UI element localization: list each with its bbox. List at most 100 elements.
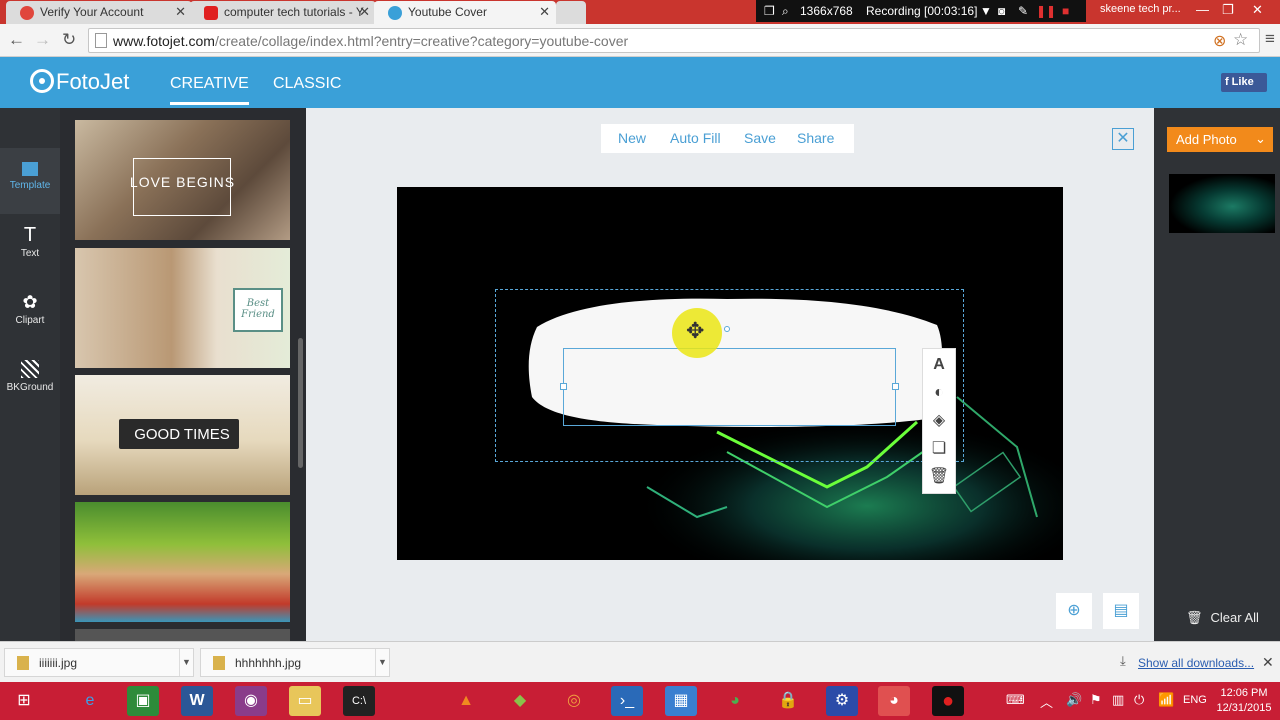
- element-toolbar: A ◐ ◈ ❏ 🗑: [922, 348, 956, 494]
- chrome-active-icon[interactable]: ◕: [878, 686, 910, 716]
- camera-app-icon[interactable]: ◉: [235, 686, 267, 716]
- contrast-icon[interactable]: ◐: [923, 379, 955, 407]
- volume-icon[interactable]: 🔊: [1066, 692, 1082, 708]
- word-icon[interactable]: W: [181, 686, 213, 716]
- powershell-icon[interactable]: ›_: [611, 686, 643, 716]
- font-a-icon[interactable]: A: [923, 351, 955, 379]
- template-birthday[interactable]: [75, 502, 290, 622]
- tab-classic[interactable]: CLASSIC: [273, 75, 341, 93]
- template-icon: [22, 162, 38, 176]
- resize-handle[interactable]: [560, 383, 567, 390]
- save-button[interactable]: Save: [744, 130, 776, 146]
- settings-gear-icon[interactable]: ⚙: [826, 686, 858, 716]
- record-icon[interactable]: ●: [932, 686, 964, 716]
- address-bar[interactable]: www.fotojet.com/create/collage/index.htm…: [88, 28, 1260, 53]
- template-love-begins[interactable]: LOVE BEGINS: [75, 120, 290, 240]
- back-arrow-icon[interactable]: ←: [8, 30, 25, 50]
- template-panel: LOVE BEGINS Best Friend GOOD TIMES: [60, 108, 306, 641]
- windows-start-icon[interactable]: ⊞: [8, 686, 40, 716]
- app-icon[interactable]: ▦: [665, 686, 697, 716]
- browser-tab-youtube-cover[interactable]: Youtube Cover ✕: [374, 1, 556, 24]
- vlc-icon[interactable]: ▲: [450, 686, 482, 716]
- up-arrow-icon[interactable]: ︿: [1040, 692, 1053, 711]
- background-pattern-icon: [21, 360, 39, 378]
- trash-icon[interactable]: 🗑: [923, 463, 955, 491]
- facebook-like-button[interactable]: f Like: [1221, 73, 1267, 92]
- browser-tab-verify[interactable]: Verify Your Account ✕: [6, 1, 192, 24]
- share-button[interactable]: Share: [797, 130, 834, 146]
- show-all-downloads-link[interactable]: Show all downloads...: [1138, 656, 1254, 670]
- chrome-icon[interactable]: ◕: [719, 686, 751, 716]
- forward-arrow-icon[interactable]: →: [34, 30, 51, 50]
- chevron-down-icon[interactable]: ▼: [375, 649, 389, 676]
- tab-creative[interactable]: CREATIVE: [170, 75, 249, 105]
- close-icon[interactable]: ✕: [1262, 654, 1274, 671]
- text-box[interactable]: [560, 326, 899, 426]
- add-photo-button[interactable]: Add Photo ⌄: [1167, 127, 1273, 152]
- command-prompt-icon[interactable]: C:\: [343, 686, 375, 716]
- close-window-icon[interactable]: ✕: [1252, 2, 1263, 18]
- download-item[interactable]: iiiiiii.jpg ▼: [4, 648, 194, 677]
- template-caption: LOVE BEGINS: [129, 174, 236, 190]
- bookmark-star-icon[interactable]: ☆: [1233, 30, 1248, 50]
- clear-all-button[interactable]: 🗑 Clear All: [1186, 610, 1259, 626]
- url-path: /create/collage/index.html?entry=creativ…: [214, 33, 629, 49]
- dropdown-icon[interactable]: ▼: [980, 4, 992, 18]
- browser-tab-tutorials[interactable]: computer tech tutorials - Y ✕: [190, 1, 376, 24]
- chrome-user-chip[interactable]: skeene tech pr...: [1096, 0, 1186, 20]
- chevron-down-icon[interactable]: ⌄: [1255, 131, 1266, 147]
- layers-icon[interactable]: ◈: [923, 407, 955, 435]
- network-icon[interactable]: ▥: [1112, 692, 1124, 708]
- rail-item-clipart[interactable]: ✿ Clipart: [0, 281, 60, 347]
- extension-icon[interactable]: ⊗: [1213, 31, 1226, 51]
- template-good-times[interactable]: GOOD TIMES: [75, 375, 290, 495]
- reload-icon[interactable]: ↻: [62, 30, 76, 50]
- minimize-icon[interactable]: —: [1196, 2, 1209, 17]
- pause-icon[interactable]: ❚❚: [1036, 4, 1056, 18]
- tool-rail: Template T Text ✿ Clipart BKGround: [0, 108, 60, 641]
- template-caption: Best Friend: [241, 298, 275, 320]
- rotate-handle[interactable]: [724, 326, 730, 332]
- rail-item-text[interactable]: T Text: [0, 214, 60, 280]
- chrome-menu-icon[interactable]: ≡: [1265, 29, 1275, 49]
- auto-fill-button[interactable]: Auto Fill: [670, 130, 721, 146]
- new-button[interactable]: New: [618, 130, 646, 146]
- restore-icon[interactable]: ❐: [1222, 2, 1234, 18]
- file-explorer-icon[interactable]: ▭: [289, 686, 321, 716]
- template-next[interactable]: [75, 629, 290, 641]
- feedback-chat-icon[interactable]: ▤: [1103, 593, 1139, 629]
- panel-scrollbar[interactable]: [298, 338, 303, 468]
- flag-icon[interactable]: ⚑: [1090, 692, 1102, 708]
- close-icon[interactable]: ✕: [175, 4, 186, 20]
- close-button[interactable]: ✕: [1112, 128, 1134, 150]
- store-icon[interactable]: ▣: [127, 686, 159, 716]
- rail-item-template[interactable]: Template: [0, 148, 60, 214]
- wifi-icon[interactable]: 📶: [1158, 692, 1174, 708]
- language-indicator[interactable]: ENG: [1183, 694, 1207, 706]
- duplicate-icon[interactable]: ❏: [923, 435, 955, 463]
- lock-app-icon[interactable]: 🔒: [772, 686, 804, 716]
- stop-icon[interactable]: ■: [1062, 4, 1069, 18]
- search-icon[interactable]: ⌕: [782, 4, 789, 19]
- fotojet-logo[interactable]: FotoJet: [30, 69, 129, 95]
- keyboard-icon[interactable]: ⌨: [1006, 692, 1025, 708]
- new-tab-button[interactable]: [556, 1, 586, 24]
- chevron-down-icon[interactable]: ▼: [179, 649, 193, 676]
- internet-explorer-icon[interactable]: e: [74, 686, 106, 716]
- power-icon[interactable]: ⏻: [1134, 692, 1144, 708]
- close-icon[interactable]: ✕: [359, 4, 370, 20]
- template-best-friend[interactable]: Best Friend: [75, 248, 290, 368]
- blender-icon[interactable]: ◎: [558, 686, 590, 716]
- pen-icon[interactable]: ✎: [1018, 4, 1028, 18]
- bluestacks-icon[interactable]: ◆: [504, 686, 536, 716]
- window-icon[interactable]: ❐: [764, 4, 775, 18]
- rail-item-bkground[interactable]: BKGround: [0, 348, 60, 414]
- uploaded-photo-thumbnail[interactable]: [1169, 174, 1275, 233]
- system-clock[interactable]: 12:06 PM 12/31/2015: [1216, 686, 1272, 716]
- download-item[interactable]: hhhhhhh.jpg ▼: [200, 648, 390, 677]
- resize-handle[interactable]: [892, 383, 899, 390]
- recorder-status: Recording [00:03:16]: [866, 4, 978, 18]
- camera-icon[interactable]: ◙: [998, 4, 1005, 18]
- zoom-icon[interactable]: ⊕: [1056, 593, 1092, 629]
- close-icon[interactable]: ✕: [539, 4, 550, 20]
